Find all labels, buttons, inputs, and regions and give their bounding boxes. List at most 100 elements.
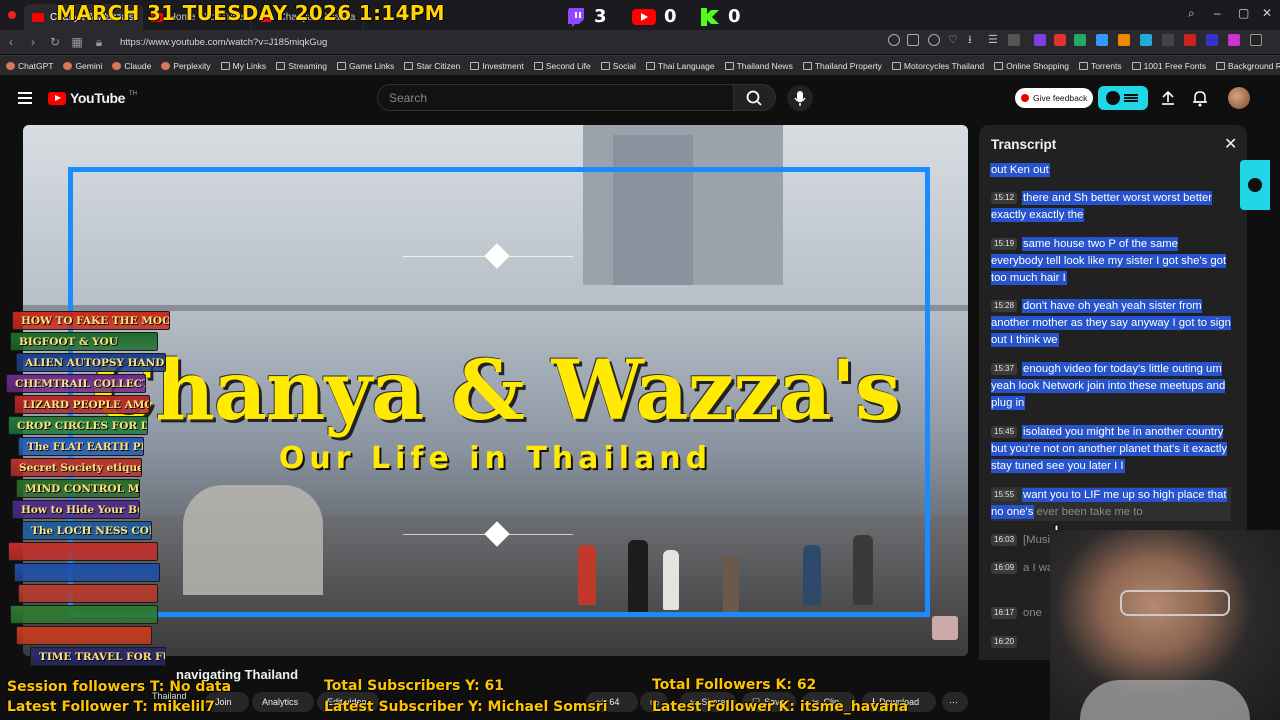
bookmark-item[interactable]: Social xyxy=(600,61,636,71)
extension-icon[interactable] xyxy=(1096,34,1108,46)
profile-icon[interactable] xyxy=(1008,34,1020,46)
extension-icon[interactable] xyxy=(1118,34,1130,46)
bookmark-item[interactable]: Thailand Property xyxy=(802,61,882,71)
more-actions-button[interactable]: ⋯ xyxy=(942,692,968,712)
segment-timestamp[interactable]: 15:37 xyxy=(991,363,1018,375)
transcript-segment[interactable]: 15:55 want you to LIF me up so high place… xyxy=(991,487,1231,521)
bookmark-label: Game Links xyxy=(348,60,395,71)
segment-timestamp[interactable]: 16:17 xyxy=(991,607,1018,619)
bookmark-item[interactable]: Investment xyxy=(470,61,524,71)
tabs-grid-icon[interactable]: ▦ xyxy=(66,35,88,49)
extension-icon[interactable] xyxy=(1162,34,1174,46)
bookmark-item[interactable]: Gemini xyxy=(63,61,102,71)
extension-icon[interactable] xyxy=(888,34,900,46)
extension-icon[interactable] xyxy=(1074,34,1086,46)
bookmark-item[interactable]: Motorcycles Thailand xyxy=(891,61,984,71)
bookmark-item[interactable]: Star Citizen xyxy=(404,61,460,71)
segment-text: isolated you might be in another country… xyxy=(991,426,1228,472)
bookmark-label: My Links xyxy=(232,60,267,71)
bookmark-item[interactable]: Background Remover xyxy=(1216,61,1280,71)
folder-icon xyxy=(600,61,610,70)
segment-timestamp[interactable]: 15:55 xyxy=(991,489,1018,501)
transcript-segment[interactable]: 15:45 isolated you might be in another co… xyxy=(991,424,1231,475)
subscribe-watermark[interactable] xyxy=(932,616,958,640)
segment-text: same house two P of the same everybody t… xyxy=(991,238,1227,284)
segment-timestamp[interactable]: 15:45 xyxy=(991,426,1018,438)
notifications-bell-icon[interactable] xyxy=(1192,89,1208,107)
bookmark-item[interactable]: Online Shopping xyxy=(994,61,1069,71)
extension-icon[interactable] xyxy=(1140,34,1152,46)
segment-timestamp[interactable]: 15:12 xyxy=(991,192,1018,204)
book-spine xyxy=(16,626,152,645)
camera-icon[interactable] xyxy=(907,34,919,46)
extension-icon[interactable] xyxy=(1228,34,1240,46)
ai-icon[interactable] xyxy=(1250,34,1262,46)
bookmark-item[interactable]: Claude xyxy=(112,61,151,71)
extension-icon[interactable] xyxy=(1206,34,1218,46)
folder-icon xyxy=(404,61,414,70)
book-spine: The FLAT EARTH PRIMER xyxy=(18,437,144,456)
extension-icon[interactable] xyxy=(1034,34,1046,46)
bookmark-item[interactable]: Thailand News xyxy=(724,61,793,71)
extension-icon[interactable] xyxy=(1184,34,1196,46)
transcript-segment[interactable]: 15:28 don't have oh yeah yeah sister from… xyxy=(991,298,1231,349)
transcript-segment[interactable]: out Ken out xyxy=(991,162,1231,179)
twitch-stat: 3 xyxy=(566,6,607,27)
bookmark-item[interactable]: Thai Language xyxy=(645,61,715,71)
bookmark-item[interactable]: My Links xyxy=(220,60,267,71)
upload-icon[interactable] xyxy=(1160,90,1176,106)
folder-icon xyxy=(1216,61,1226,70)
minimize-icon[interactable]: – xyxy=(1214,6,1221,20)
microphone-icon xyxy=(794,91,806,106)
segment-timestamp[interactable]: 16:20 xyxy=(991,636,1018,648)
transcript-segment[interactable]: 15:19 same house two P of the same everyb… xyxy=(991,236,1231,287)
hamburger-menu-icon[interactable] xyxy=(18,92,32,107)
analytics-button[interactable]: Analytics xyxy=(252,692,314,712)
youtube-logo[interactable]: YouTube TH xyxy=(48,90,137,106)
shirt xyxy=(1080,680,1250,720)
book-spine: LIZARD PEOPLE AMONG US xyxy=(14,395,150,414)
segment-timestamp[interactable]: 15:19 xyxy=(991,238,1018,250)
back-icon[interactable]: ‹ xyxy=(0,35,22,49)
bookmark-item[interactable]: Game Links xyxy=(336,60,395,71)
reload-icon[interactable]: ↻ xyxy=(44,35,66,49)
opera-icon[interactable] xyxy=(8,11,16,19)
bookmark-label: Torrents xyxy=(1090,60,1122,71)
bookmark-item[interactable]: 1001 Free Fonts xyxy=(1131,61,1206,71)
close-window-icon[interactable]: ✕ xyxy=(1262,6,1272,20)
avatar[interactable] xyxy=(1228,87,1250,109)
segment-timestamp[interactable]: 15:28 xyxy=(991,300,1018,312)
menu-icon[interactable]: ☰ xyxy=(988,34,1000,46)
book-spine: TIME TRAVEL FOR FUN & PROFIT xyxy=(30,647,166,666)
search-tabs-icon[interactable]: ⌕ xyxy=(1188,6,1195,21)
download-icon[interactable]: ⭳ xyxy=(968,34,980,46)
extension-icon[interactable] xyxy=(1054,34,1066,46)
bookmark-label: Investment xyxy=(482,60,524,71)
transcript-segment[interactable]: 15:37 enough video for today's little out… xyxy=(991,361,1231,412)
give-feedback-button[interactable]: Give feedback xyxy=(1015,88,1094,108)
bookmark-item[interactable]: Torrents xyxy=(1078,60,1122,71)
search-input[interactable]: Search xyxy=(377,84,734,111)
maximize-icon[interactable]: ▢ xyxy=(1238,6,1249,20)
heart-icon[interactable]: ♡ xyxy=(948,34,960,46)
transcript-segment[interactable]: 15:12 there and Sh better worst worst bet… xyxy=(991,190,1231,224)
tubebuddy-side-button[interactable] xyxy=(1240,160,1270,210)
tubebuddy-button[interactable] xyxy=(1098,86,1148,110)
bookmark-item[interactable]: Second Life xyxy=(533,61,591,71)
latest-follower-twitch-overlay: Latest Follower T: mikelil7 xyxy=(7,699,215,715)
book-spine: How to Hide Your Bunker xyxy=(12,500,140,519)
shield-icon[interactable] xyxy=(928,34,940,46)
bookmark-item[interactable]: Perplexity xyxy=(161,60,211,71)
close-icon[interactable]: ✕ xyxy=(1224,134,1237,154)
bookmark-item[interactable]: ChatGPT xyxy=(6,61,53,71)
voice-search-button[interactable] xyxy=(787,85,813,111)
search-button[interactable] xyxy=(734,84,776,111)
forward-icon[interactable]: › xyxy=(22,35,44,49)
url-field[interactable]: https://www.youtube.com/watch?v=J185miqk… xyxy=(120,37,327,48)
bookmark-item[interactable]: Streaming xyxy=(276,61,327,71)
bookmark-label: Star Citizen xyxy=(416,60,461,71)
feedback-icon xyxy=(1021,94,1029,102)
bookmark-label: Perplexity xyxy=(173,60,211,71)
segment-timestamp[interactable]: 16:03 xyxy=(991,534,1018,546)
segment-timestamp[interactable]: 16:09 xyxy=(991,562,1018,574)
